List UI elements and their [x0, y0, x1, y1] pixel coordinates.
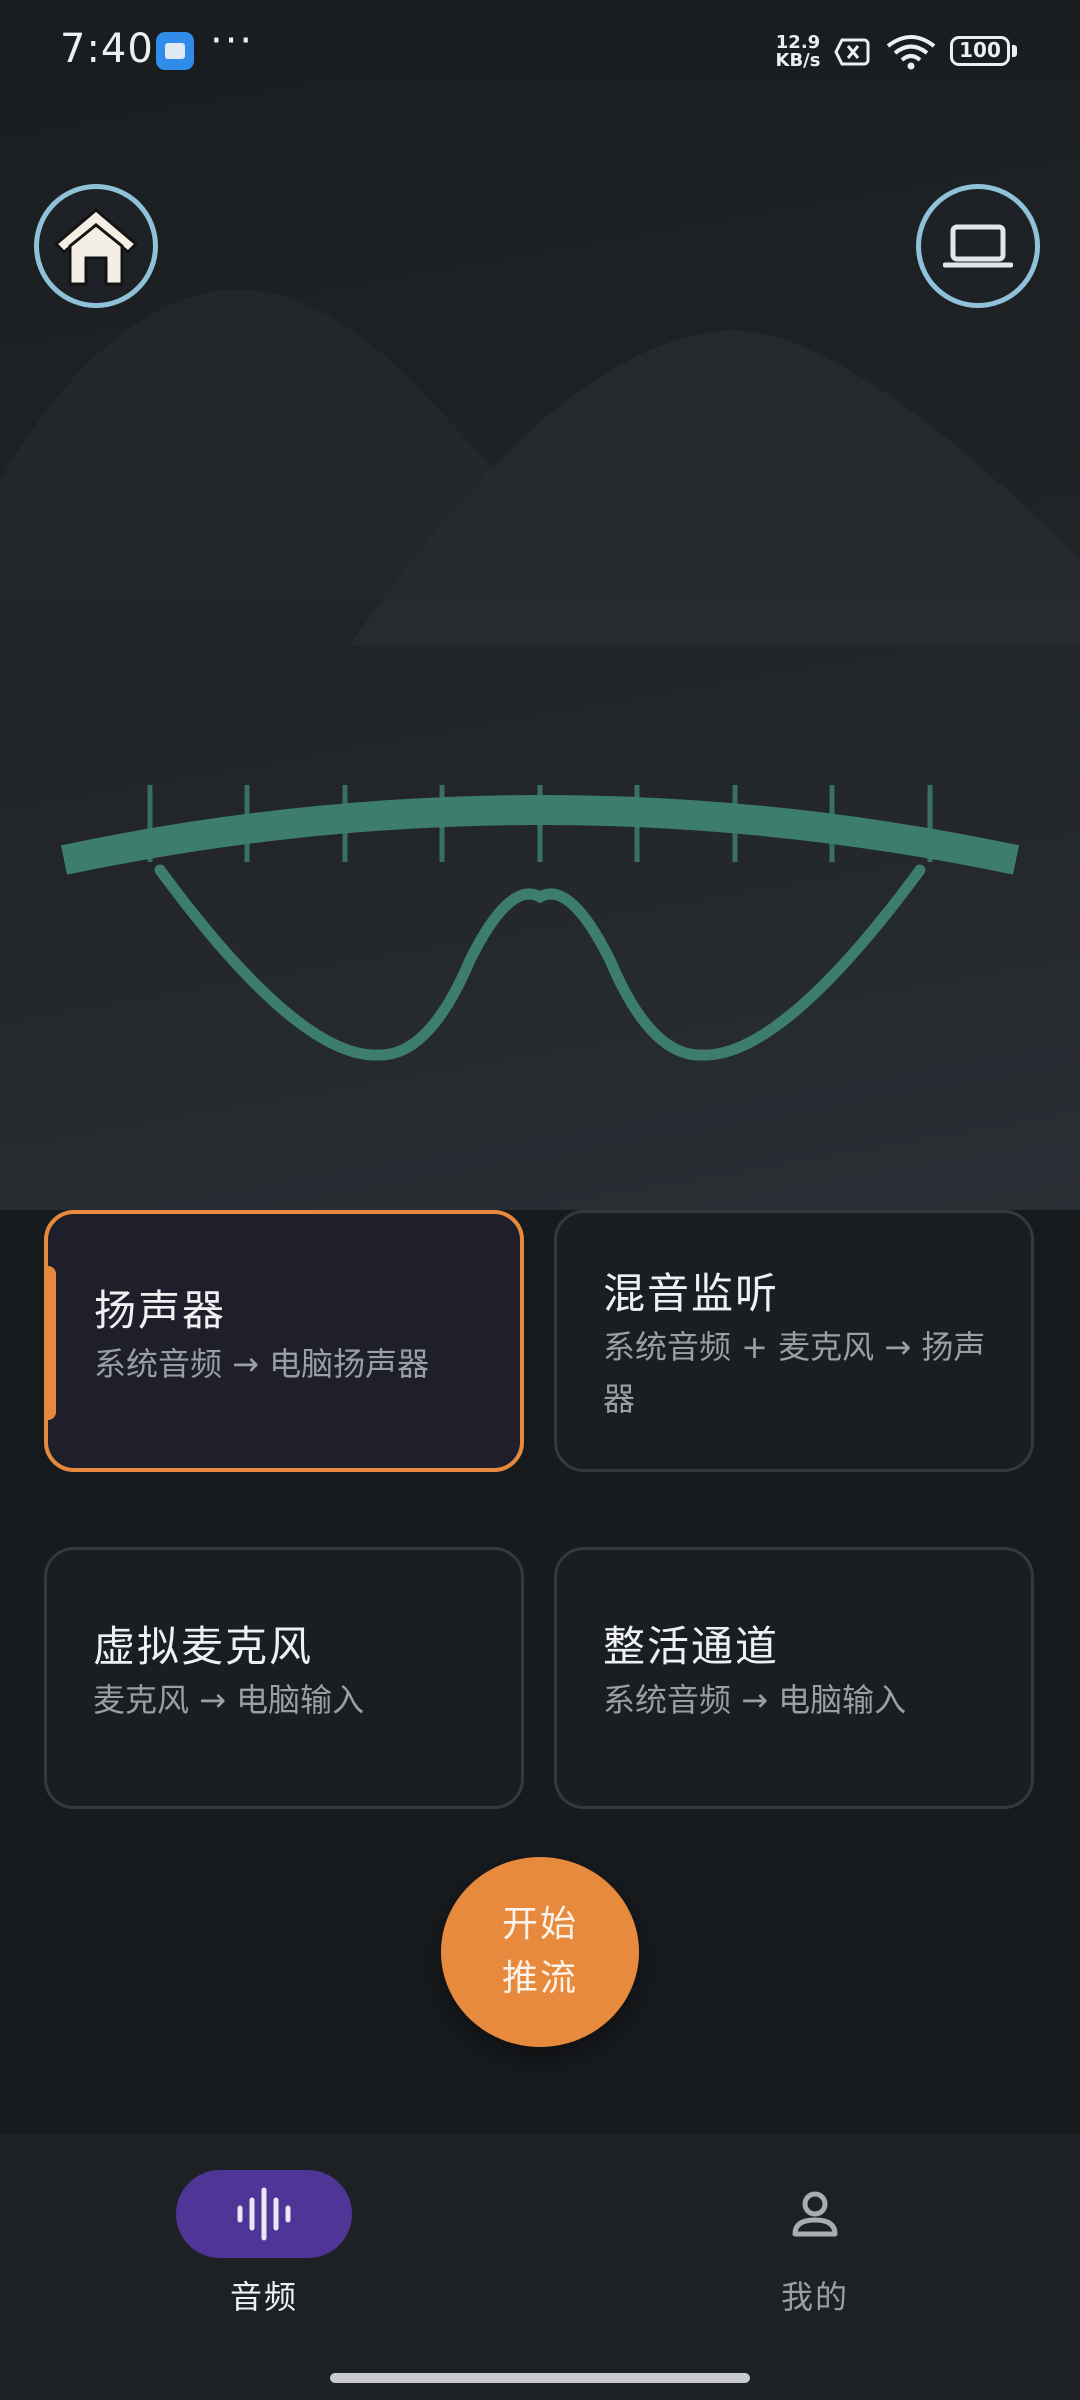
mode-subtitle: 系统音频 + 麦克风 → 扬声器: [603, 1328, 986, 1418]
home-icon: [53, 208, 139, 286]
mail-app-icon: [156, 32, 194, 70]
hero-illustration: [0, 80, 1080, 1210]
nav-item-audio[interactable]: 音频: [134, 2170, 394, 2318]
start-button-line2: 推流: [501, 1958, 578, 1999]
mode-title: 扬声器: [94, 1286, 227, 1335]
laptop-icon: [943, 224, 1013, 268]
nav-active-pill: [176, 2170, 352, 2258]
battery-level: 100: [959, 38, 1001, 62]
more-notifications-icon: ···: [210, 18, 255, 64]
app-screen: 7:40 ··· 12.9 KB/s 100 扬声器 系统音频 → 电脑扬声器 …: [0, 0, 1080, 2400]
network-speed: 12.9 KB/s: [772, 34, 824, 70]
nav-label-audio: 音频: [229, 2278, 298, 2316]
computer-button[interactable]: [916, 184, 1040, 308]
mode-subtitle: 系统音频 → 电脑输入: [603, 1681, 907, 1719]
selected-indicator: [44, 1266, 56, 1420]
wifi-icon: [886, 35, 936, 70]
status-time: 7:40: [60, 26, 154, 72]
mode-subtitle: 系统音频 → 电脑扬声器: [94, 1345, 430, 1383]
person-icon: [792, 2191, 838, 2237]
mode-title: 虚拟麦克风: [93, 1622, 314, 1671]
mode-card-speaker[interactable]: 扬声器 系统音频 → 电脑扬声器: [44, 1210, 524, 1472]
start-button-line1: 开始: [501, 1904, 578, 1945]
bottom-navigation: 音频 我的: [0, 2134, 1080, 2400]
start-streaming-button[interactable]: 开始 推流: [441, 1857, 639, 2047]
mode-title: 混音监听: [603, 1269, 780, 1318]
mode-card-fun-channel[interactable]: 整活通道 系统音频 → 电脑输入: [554, 1547, 1034, 1809]
nav-pill: [727, 2170, 903, 2258]
sim-off-icon: [834, 38, 870, 66]
nav-item-mine[interactable]: 我的: [685, 2170, 945, 2318]
network-speed-unit: KB/s: [775, 50, 821, 71]
mode-card-virtual-mic[interactable]: 虚拟麦克风 麦克风 → 电脑输入: [44, 1547, 524, 1809]
mode-title: 整活通道: [603, 1622, 780, 1671]
gesture-home-indicator[interactable]: [330, 2373, 750, 2383]
audio-wave-icon: [237, 2187, 291, 2241]
nav-label-mine: 我的: [780, 2278, 849, 2316]
home-button[interactable]: [34, 184, 158, 308]
battery-icon: 100: [950, 36, 1020, 68]
mode-subtitle: 麦克风 → 电脑输入: [93, 1681, 365, 1719]
mode-card-mix-monitor[interactable]: 混音监听 系统音频 + 麦克风 → 扬声器: [554, 1210, 1034, 1472]
